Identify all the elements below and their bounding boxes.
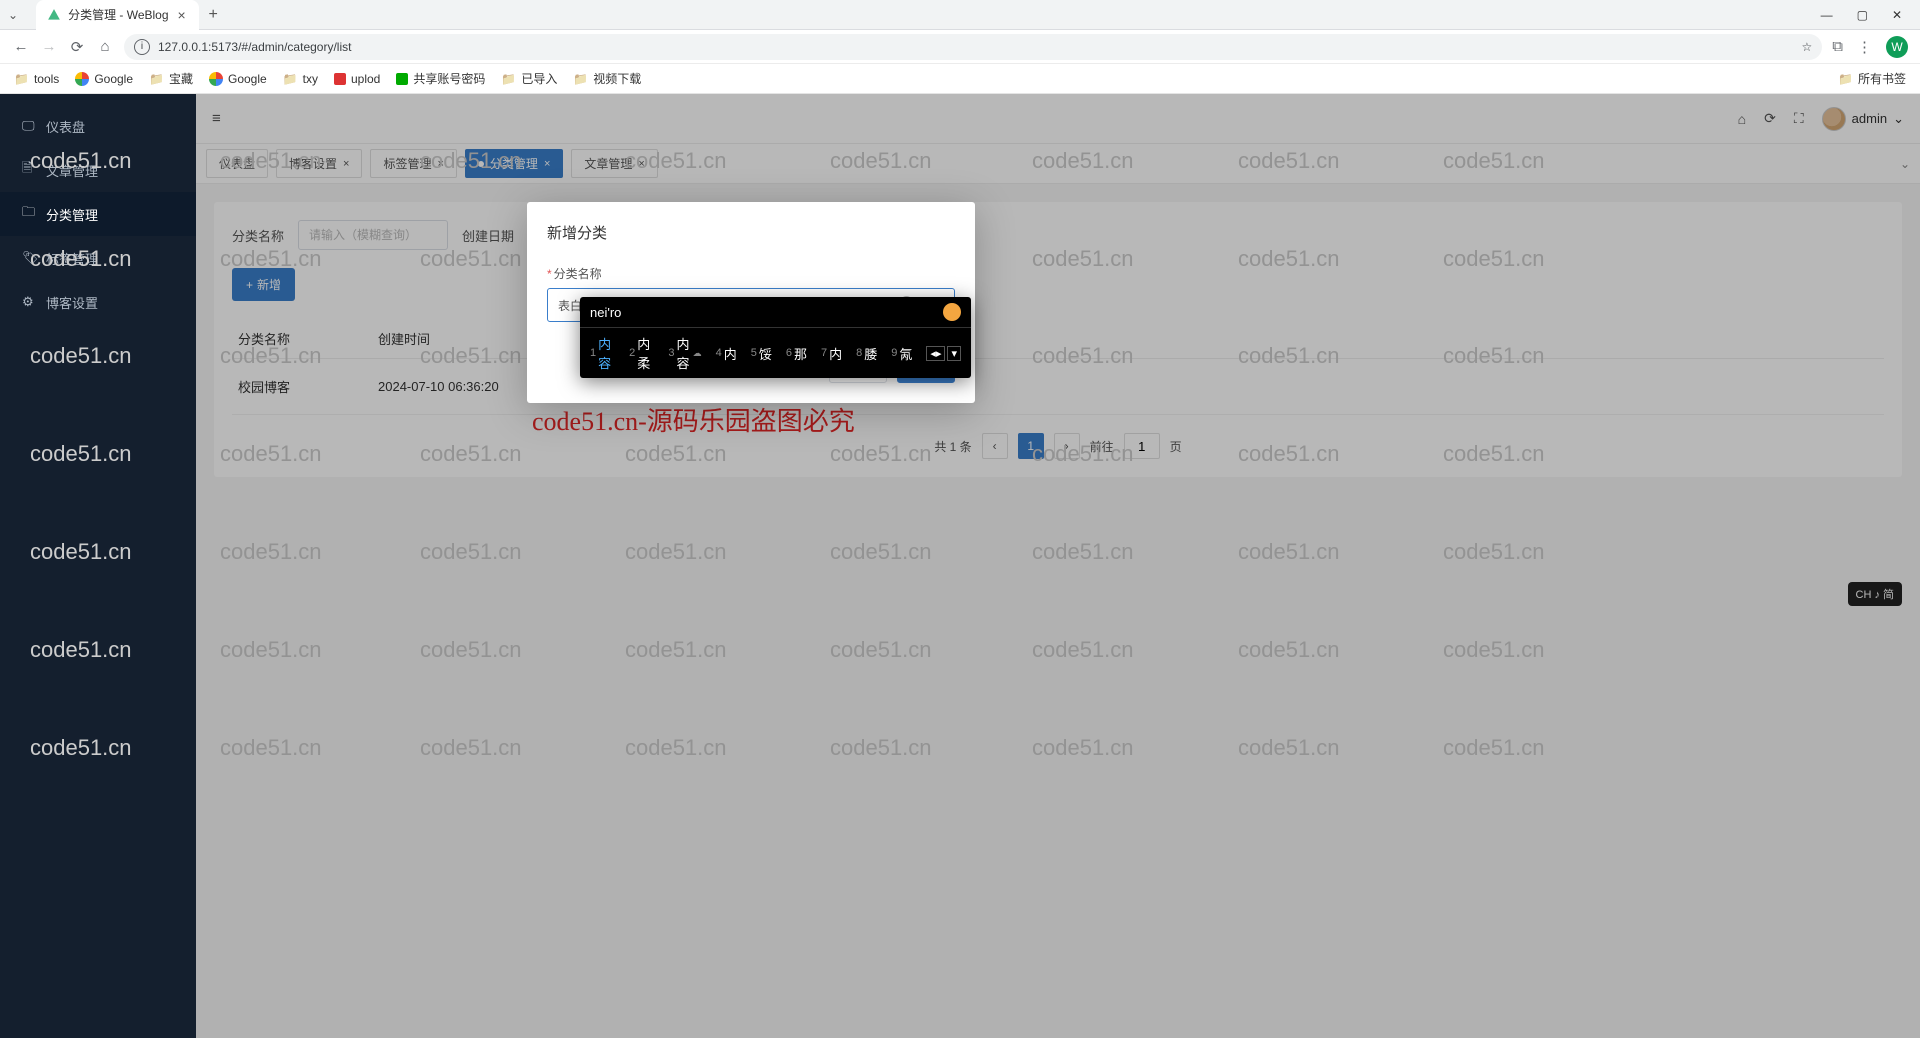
browser-address-bar: ← → ⟳ ⌂ i 127.0.0.1:5173/#/admin/categor… xyxy=(0,30,1920,64)
dialog-field-label: *分类名称 xyxy=(547,265,955,282)
sidebar-item-settings[interactable]: ⚙博客设置 xyxy=(0,280,196,324)
sidebar-item-dashboard[interactable]: 🖵仪表盘 xyxy=(0,104,196,148)
ime-window: nei'ro 1内容 2内柔 3内容☁ 4内 5馁 6那 7内 8腇 9氝 ◂▸… xyxy=(580,297,971,378)
new-tab-button[interactable]: + xyxy=(209,6,218,24)
ime-candidate[interactable]: 2内柔 xyxy=(629,334,654,372)
nav-forward-icon[interactable]: → xyxy=(40,38,58,55)
bookmark-item[interactable]: 视频下载 xyxy=(573,70,641,87)
ime-candidate[interactable]: 6那 xyxy=(786,344,807,363)
bookmark-bar: tools Google 宝藏 Google txy uplod 共享账号密码 … xyxy=(0,64,1920,94)
browser-titlebar: ⌄ 分类管理 - WeBlog × + — ▢ ✕ xyxy=(0,0,1920,30)
bookmark-item[interactable]: 共享账号密码 xyxy=(396,70,485,87)
ime-candidate[interactable]: 1内容 xyxy=(590,334,615,372)
ime-candidate[interactable]: 8腇 xyxy=(856,344,877,363)
window-minimize-icon[interactable]: — xyxy=(1821,8,1833,22)
nav-home-icon[interactable]: ⌂ xyxy=(96,38,114,55)
sidebar-item-tags[interactable]: 🏷标签管理 xyxy=(0,236,196,280)
main-area: ≡ ⌂ ⟳ ⛶ admin ⌄ 仪表盘 博客设置× 标签管理× 分类管理× 文章… xyxy=(196,94,1920,1038)
sidebar-item-articles[interactable]: 🗎文章管理 xyxy=(0,148,196,192)
nav-reload-icon[interactable]: ⟳ xyxy=(68,38,86,56)
bookmark-item[interactable]: txy xyxy=(283,72,318,86)
required-mark: * xyxy=(547,267,552,281)
tab-dropdown-icon[interactable]: ⌄ xyxy=(0,8,26,22)
window-close-icon[interactable]: ✕ xyxy=(1892,8,1902,22)
folder-icon: 🗀 xyxy=(22,203,36,225)
nav-back-icon[interactable]: ← xyxy=(12,38,30,55)
extensions-icon[interactable]: ⧉ xyxy=(1832,38,1843,55)
bookmark-item[interactable]: uplod xyxy=(334,72,380,86)
bookmark-item[interactable]: 宝藏 xyxy=(149,70,193,87)
document-icon: 🗎 xyxy=(22,159,36,181)
bookmark-item[interactable]: 已导入 xyxy=(501,70,557,87)
tab-title: 分类管理 - WeBlog xyxy=(68,6,168,23)
monitor-icon: 🖵 xyxy=(22,118,36,134)
ime-candidate[interactable]: 3内容☁ xyxy=(668,334,701,372)
ime-candidate[interactable]: 7内 xyxy=(821,344,842,363)
all-bookmarks-button[interactable]: 所有书签 xyxy=(1838,70,1906,87)
bookmark-item[interactable]: Google xyxy=(209,72,267,86)
tab-close-icon[interactable]: × xyxy=(175,8,189,22)
bookmark-item[interactable]: tools xyxy=(14,72,59,86)
sidebar: 🖵仪表盘 🗎文章管理 🗀分类管理 🏷标签管理 ⚙博客设置 xyxy=(0,94,196,1038)
ime-typed-text: nei'ro xyxy=(590,305,621,320)
bookmark-item[interactable]: Google xyxy=(75,72,133,86)
ime-nav[interactable]: ◂▸▾ xyxy=(926,346,961,361)
ime-emoji-icon[interactable] xyxy=(943,303,961,321)
url-input[interactable]: i 127.0.0.1:5173/#/admin/category/list ☆ xyxy=(124,34,1822,60)
ime-candidate[interactable]: 9氝 xyxy=(891,344,912,363)
ime-candidate[interactable]: 5馁 xyxy=(751,344,772,363)
bookmark-star-icon[interactable]: ☆ xyxy=(1802,40,1813,54)
gear-icon: ⚙ xyxy=(22,294,36,310)
menu-icon[interactable]: ⋮ xyxy=(1857,38,1872,56)
tab-favicon xyxy=(46,7,62,23)
ime-candidates: 1内容 2内柔 3内容☁ 4内 5馁 6那 7内 8腇 9氝 ◂▸▾ xyxy=(580,327,971,378)
profile-avatar[interactable]: W xyxy=(1886,36,1908,58)
modal-overlay[interactable] xyxy=(196,94,1920,1038)
browser-tab[interactable]: 分类管理 - WeBlog × xyxy=(36,0,198,30)
window-maximize-icon[interactable]: ▢ xyxy=(1857,8,1868,22)
tag-icon: 🏷 xyxy=(22,250,36,266)
sidebar-item-categories[interactable]: 🗀分类管理 xyxy=(0,192,196,236)
dialog-title: 新增分类 xyxy=(547,222,955,243)
site-info-icon[interactable]: i xyxy=(134,39,150,55)
ime-candidate[interactable]: 4内 xyxy=(716,344,737,363)
url-text: 127.0.0.1:5173/#/admin/category/list xyxy=(158,40,351,54)
